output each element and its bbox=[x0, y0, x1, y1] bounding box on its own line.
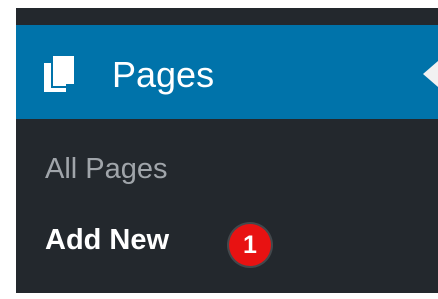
submenu-item-all-pages[interactable]: All Pages bbox=[45, 152, 168, 186]
submenu-item-add-new[interactable]: Add New bbox=[45, 223, 169, 257]
pages-icon bbox=[44, 56, 74, 92]
admin-sidebar-menu: Pages All Pages Add New 1 bbox=[16, 8, 438, 293]
collapse-arrow-icon bbox=[423, 61, 438, 87]
menu-title: Pages bbox=[112, 54, 215, 95]
pages-menu-item[interactable]: Pages bbox=[16, 25, 438, 119]
step-number-badge: 1 bbox=[229, 224, 271, 266]
